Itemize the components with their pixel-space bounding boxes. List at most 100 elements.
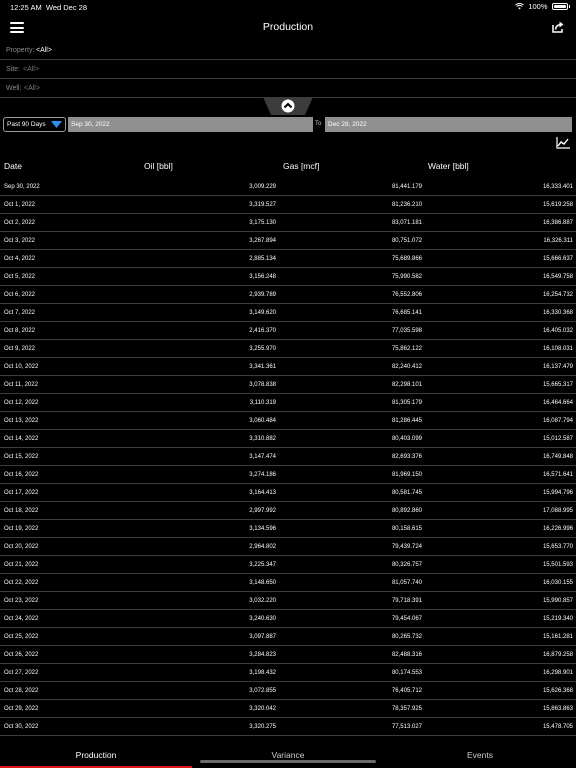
- site-value[interactable]: <All>: [23, 66, 39, 73]
- cell-date: Oct 11, 2022: [4, 382, 38, 388]
- cell-water: 16,549.758: [542, 274, 573, 280]
- cell-date: Oct 8, 2022: [4, 328, 36, 334]
- property-filter[interactable]: Property: <All>: [0, 42, 576, 60]
- cell-gas: 75,862.122: [391, 346, 422, 352]
- table-row[interactable]: Oct 8, 2022 2,416.370 77,035.598 16,405.032: [0, 322, 576, 340]
- table-row[interactable]: Sep 30, 2022 3,009.229 81,441.179 16,333.40…: [0, 178, 576, 196]
- cell-date: Oct 26, 2022: [4, 652, 39, 658]
- table-row[interactable]: Oct 27, 2022 3,198.432 80,174.553 16,298.90…: [0, 664, 576, 682]
- header-gas[interactable]: Gas [mcf]: [283, 161, 319, 171]
- table-row[interactable]: Oct 9, 2022 3,255.970 75,862.122 16,108.031: [0, 340, 576, 358]
- cell-date: Sep 30, 2022: [4, 184, 40, 190]
- cell-gas: 80,403.099: [391, 436, 422, 442]
- cell-gas: 78,357.925: [391, 706, 422, 712]
- cell-gas: 83,071.181: [391, 220, 422, 226]
- cell-date: Oct 5, 2022: [4, 274, 36, 280]
- cell-gas: 79,454.067: [391, 616, 422, 622]
- table-row[interactable]: Oct 6, 2022 2,939.789 76,552.806 16,254.732: [0, 286, 576, 304]
- cell-gas: 75,689.866: [391, 256, 422, 262]
- table-row[interactable]: Oct 28, 2022 3,072.855 76,405.712 15,626.36…: [0, 682, 576, 700]
- cell-oil: 3,156.248: [249, 274, 276, 280]
- cell-water: 16,464.664: [542, 400, 573, 406]
- cell-oil: 3,319.527: [249, 202, 276, 208]
- cell-oil: 3,284.823: [249, 652, 276, 658]
- tab-bar: Production Variance Events: [0, 746, 576, 768]
- table-row[interactable]: Oct 13, 2022 3,060.484 81,286.445 16,087.79…: [0, 412, 576, 430]
- table-row[interactable]: Oct 14, 2022 3,310.882 80,403.099 15,012.58…: [0, 430, 576, 448]
- table-row[interactable]: Oct 1, 2022 3,319.527 81,236.210 15,619.258: [0, 196, 576, 214]
- date-range-select[interactable]: Past 90 Days: [3, 117, 66, 132]
- well-label: Well:: [6, 85, 22, 92]
- status-indicators: 100%: [515, 2, 570, 11]
- line-chart-icon[interactable]: [556, 137, 570, 149]
- table-row[interactable]: Oct 15, 2022 3,147.474 82,693.376 16,749.84…: [0, 448, 576, 466]
- cell-oil: 3,134.596: [249, 526, 276, 532]
- end-date-field[interactable]: Dec 28, 2022: [325, 117, 572, 132]
- table-row[interactable]: Oct 21, 2022 3,225.347 80,326.757 15,501.59…: [0, 556, 576, 574]
- header-water[interactable]: Water [bbl]: [428, 161, 469, 171]
- table-row[interactable]: Oct 29, 2022 3,320.042 78,357.925 15,863.86…: [0, 700, 576, 718]
- cell-oil: 3,320.042: [249, 706, 276, 712]
- cell-oil: 3,310.882: [249, 436, 276, 442]
- table-row[interactable]: Oct 23, 2022 3,032.220 79,718.391 15,990.85…: [0, 592, 576, 610]
- header-oil[interactable]: Oil [bbl]: [144, 161, 173, 171]
- cell-oil: 2,964.802: [249, 544, 276, 550]
- table-row[interactable]: Oct 30, 2022 3,320.275 77,513.027 15,478.70…: [0, 718, 576, 736]
- tab-variance[interactable]: Variance: [192, 746, 384, 768]
- tab-events[interactable]: Events: [384, 746, 576, 768]
- cell-date: Oct 19, 2022: [4, 526, 39, 532]
- cell-oil: 3,009.229: [249, 184, 276, 190]
- cell-oil: 3,198.432: [249, 670, 276, 676]
- table-row[interactable]: Oct 25, 2022 3,097.887 80,265.732 15,161.28…: [0, 628, 576, 646]
- share-icon[interactable]: [551, 20, 565, 34]
- cell-gas: 80,751.072: [391, 238, 422, 244]
- cell-water: 16,226.996: [542, 526, 573, 532]
- cell-gas: 81,441.179: [391, 184, 422, 190]
- cell-date: Oct 7, 2022: [4, 310, 36, 316]
- table-row[interactable]: Oct 22, 2022 3,148.650 81,057.740 16,030.15…: [0, 574, 576, 592]
- table-row[interactable]: Oct 18, 2022 2,997.992 80,892.860 17,088.99…: [0, 502, 576, 520]
- table-row[interactable]: Oct 2, 2022 3,175.130 83,071.181 16,386.887: [0, 214, 576, 232]
- cell-date: Oct 27, 2022: [4, 670, 39, 676]
- cell-date: Oct 28, 2022: [4, 688, 39, 694]
- table-row[interactable]: Oct 16, 2022 3,274.186 81,969.150 16,571.64…: [0, 466, 576, 484]
- page-title: Production: [262, 21, 314, 33]
- table-row[interactable]: Oct 20, 2022 2,964.802 79,439.724 15,653.77…: [0, 538, 576, 556]
- property-value[interactable]: <All>: [36, 47, 52, 54]
- table-row[interactable]: Oct 10, 2022 3,341.361 82,240.412 16,137.47…: [0, 358, 576, 376]
- table-row[interactable]: Oct 7, 2022 3,149.620 76,685.141 16,330.368: [0, 304, 576, 322]
- battery-icon: [551, 3, 568, 10]
- well-filter[interactable]: Well: <All>: [0, 80, 576, 98]
- tab-production[interactable]: Production: [0, 746, 192, 768]
- cell-date: Oct 10, 2022: [4, 364, 39, 370]
- cell-water: 15,990.857: [542, 598, 573, 604]
- cell-date: Oct 2, 2022: [4, 220, 36, 226]
- table-row[interactable]: Oct 17, 2022 3,164.413 80,581.745 15,994.79…: [0, 484, 576, 502]
- property-label: Property:: [6, 47, 35, 54]
- table-row[interactable]: Oct 12, 2022 3,110.319 81,305.179 16,464.66…: [0, 394, 576, 412]
- battery-tip: [568, 5, 570, 8]
- cell-date: Oct 20, 2022: [4, 544, 39, 550]
- table-row[interactable]: Oct 5, 2022 3,156.248 75,990.582 16,549.758: [0, 268, 576, 286]
- cell-water: 15,501.593: [542, 562, 573, 568]
- table-row[interactable]: Oct 4, 2022 2,885.134 75,689.866 15,666.637: [0, 250, 576, 268]
- home-indicator[interactable]: [200, 760, 376, 763]
- table-row[interactable]: Oct 11, 2022 3,078.838 82,298.101 15,665.31…: [0, 376, 576, 394]
- cell-gas: 79,439.724: [391, 544, 422, 550]
- well-value[interactable]: <All>: [24, 85, 40, 92]
- header-date[interactable]: Date: [4, 161, 22, 171]
- cell-oil: 3,110.319: [249, 400, 276, 406]
- cell-date: Oct 29, 2022: [4, 706, 39, 712]
- table-row[interactable]: Oct 3, 2022 3,267.894 80,751.072 16,326.311: [0, 232, 576, 250]
- table-row[interactable]: Oct 24, 2022 3,240.630 79,454.067 15,219.34…: [0, 610, 576, 628]
- table-row[interactable]: Oct 19, 2022 3,134.596 80,158.615 16,226.99…: [0, 520, 576, 538]
- cell-gas: 80,265.732: [391, 634, 422, 640]
- collapse-filters-toggle[interactable]: [263, 97, 313, 115]
- table-row[interactable]: Oct 26, 2022 3,284.823 82,488.316 16,879.25…: [0, 646, 576, 664]
- cell-oil: 3,097.887: [249, 634, 276, 640]
- cell-oil: 3,267.894: [249, 238, 276, 244]
- start-date-field[interactable]: Sep 30, 2022: [68, 117, 313, 132]
- cell-water: 16,749.848: [542, 454, 573, 460]
- production-table[interactable]: Sep 30, 2022 3,009.229 81,441.179 16,333.40…: [0, 178, 576, 736]
- site-filter[interactable]: Site: <All>: [0, 61, 576, 79]
